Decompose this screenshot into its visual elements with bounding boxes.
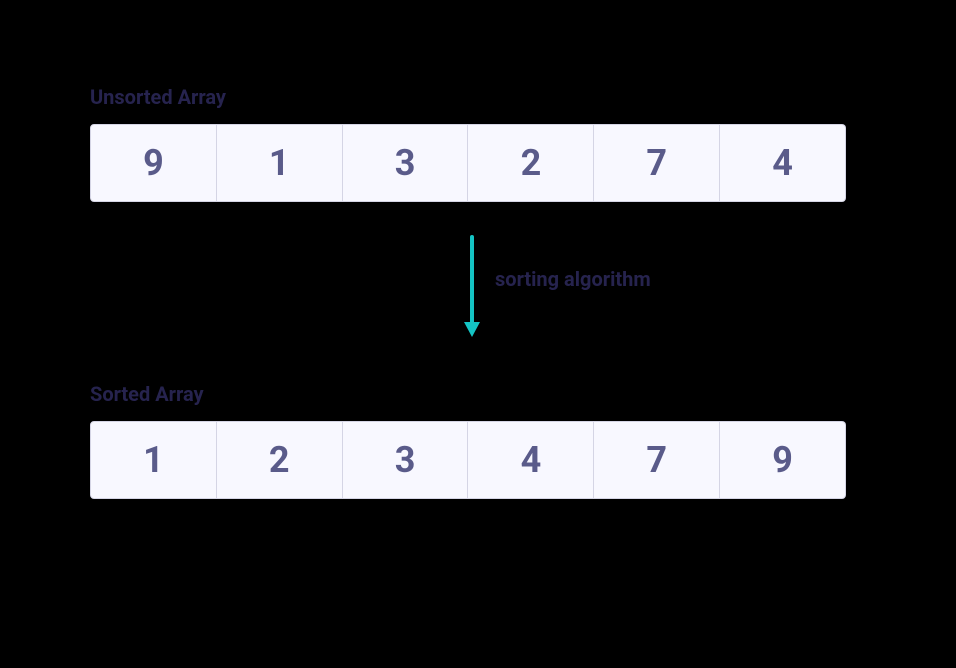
unsorted-label: Unsorted Array <box>90 85 866 109</box>
sorted-section: Sorted Array 1 2 3 4 7 9 <box>90 382 866 499</box>
sorted-label: Sorted Array <box>90 382 866 406</box>
array-cell: 1 <box>90 421 217 499</box>
sorted-array: 1 2 3 4 7 9 <box>90 421 846 499</box>
array-cell: 2 <box>468 124 594 202</box>
array-cell: 4 <box>468 421 594 499</box>
array-cell: 7 <box>594 421 720 499</box>
array-cell: 7 <box>594 124 720 202</box>
array-cell: 4 <box>720 124 846 202</box>
arrow-down-icon <box>460 232 484 342</box>
array-cell: 9 <box>90 124 217 202</box>
array-cell: 9 <box>720 421 846 499</box>
arrow-label: sorting algorithm <box>495 267 651 291</box>
array-cell: 3 <box>343 124 469 202</box>
arrow-section: sorting algorithm <box>90 222 866 362</box>
array-cell: 1 <box>217 124 343 202</box>
diagram-container: Unsorted Array 9 1 3 2 7 4 sorting algor… <box>90 85 866 499</box>
array-cell: 2 <box>217 421 343 499</box>
unsorted-array: 9 1 3 2 7 4 <box>90 124 846 202</box>
array-cell: 3 <box>343 421 469 499</box>
